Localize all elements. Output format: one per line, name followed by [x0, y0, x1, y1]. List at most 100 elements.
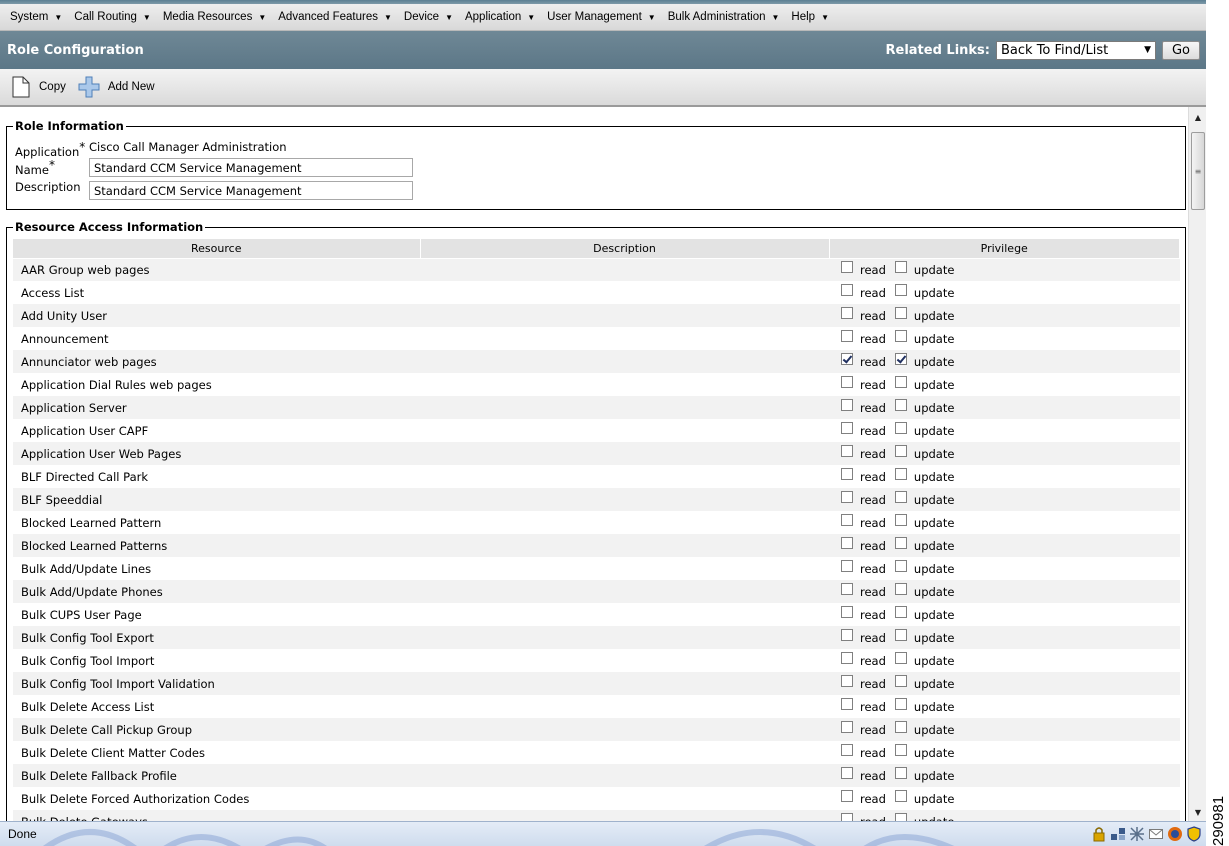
add-new-button[interactable]: Add New [78, 76, 155, 98]
update-label: update [913, 285, 955, 300]
copy-button[interactable]: Copy [11, 76, 66, 98]
update-checkbox[interactable] [894, 812, 907, 821]
scroll-down-icon[interactable]: ▼ [1189, 804, 1207, 820]
read-checkbox[interactable] [841, 605, 853, 618]
update-checkbox[interactable] [894, 306, 907, 319]
update-checkbox[interactable] [894, 674, 907, 687]
menu-bulk-administration[interactable]: Bulk Administration ▼ [662, 4, 786, 31]
read-checkbox[interactable] [841, 513, 853, 526]
privilege-cell: read update [829, 396, 1180, 419]
resource-access-legend: Resource Access Information [13, 220, 206, 234]
read-checkbox[interactable] [841, 283, 853, 296]
read-checkbox[interactable] [841, 306, 853, 319]
update-checkbox[interactable] [894, 467, 907, 480]
privilege-group: read update [829, 260, 1180, 277]
update-checkbox[interactable] [894, 789, 907, 802]
read-checkbox[interactable] [841, 260, 853, 273]
read-checkbox[interactable] [841, 812, 853, 821]
vertical-scrollbar[interactable]: ▲ ≡ ▼ [1188, 107, 1206, 821]
table-row: Bulk Delete Call Pickup Group read update [13, 718, 1180, 741]
lock-icon [1093, 827, 1105, 842]
update-checkbox[interactable] [894, 375, 907, 388]
related-links-select[interactable]: Back To Find/List ▼ [996, 40, 1156, 60]
update-label: update [913, 308, 955, 323]
update-checkbox[interactable] [894, 444, 907, 457]
read-checkbox[interactable] [841, 490, 853, 503]
menu-application[interactable]: Application ▼ [459, 4, 541, 31]
privilege-group: read update [829, 536, 1180, 553]
menu-system[interactable]: System ▼ [4, 4, 68, 31]
resource-description-cell [420, 281, 829, 304]
privilege-cell: read update [829, 373, 1180, 396]
read-label: read [860, 653, 886, 668]
read-checkbox[interactable] [841, 628, 853, 641]
menu-user-management[interactable]: User Management ▼ [541, 4, 662, 31]
figure-id: 290981 [1210, 795, 1227, 846]
read-checkbox[interactable] [841, 352, 853, 365]
update-checkbox[interactable] [894, 582, 907, 595]
update-checkbox[interactable] [894, 651, 907, 664]
update-checkbox[interactable] [894, 329, 907, 342]
name-field[interactable]: Standard CCM Service Management [89, 158, 413, 177]
scrollbar-thumb[interactable]: ≡ [1191, 132, 1205, 210]
menu-media-resources[interactable]: Media Resources ▼ [157, 4, 272, 31]
update-checkbox[interactable] [894, 697, 907, 710]
update-label: update [913, 262, 955, 277]
read-checkbox[interactable] [841, 674, 853, 687]
menu-advanced-features[interactable]: Advanced Features ▼ [272, 4, 398, 31]
privilege-group: read update [829, 490, 1180, 507]
description-label: Description [15, 180, 81, 194]
privilege-cell: read update [829, 718, 1180, 741]
privilege-cell: read update [829, 419, 1180, 442]
privilege-cell: read update [829, 442, 1180, 465]
menu-device[interactable]: Device ▼ [398, 4, 459, 31]
read-checkbox[interactable] [841, 536, 853, 549]
read-checkbox[interactable] [841, 398, 853, 411]
update-checkbox[interactable] [894, 766, 907, 779]
name-label: Name* [15, 158, 55, 177]
update-checkbox[interactable] [894, 352, 907, 365]
update-checkbox[interactable] [894, 260, 907, 273]
update-label: update [913, 515, 955, 530]
read-checkbox[interactable] [841, 766, 853, 779]
read-checkbox[interactable] [841, 329, 853, 342]
go-button[interactable]: Go [1162, 40, 1200, 60]
read-checkbox[interactable] [841, 444, 853, 457]
menu-call-routing[interactable]: Call Routing ▼ [68, 4, 157, 31]
description-field[interactable]: Standard CCM Service Management [89, 181, 413, 200]
read-checkbox[interactable] [841, 651, 853, 664]
menu-label: Bulk Administration [667, 11, 766, 23]
column-header-resource: Resource [13, 239, 421, 259]
table-header-row: Resource Description Privilege [13, 239, 1180, 259]
content-area: Role Information Application* Cisco Call… [0, 107, 1188, 821]
read-checkbox[interactable] [841, 467, 853, 480]
read-label: read [860, 538, 886, 553]
read-checkbox[interactable] [841, 559, 853, 572]
scroll-up-icon[interactable]: ▲ [1189, 109, 1207, 125]
update-checkbox[interactable] [894, 513, 907, 526]
read-checkbox[interactable] [841, 421, 853, 434]
update-checkbox[interactable] [894, 398, 907, 411]
table-row: Application User Web Pages read update [13, 442, 1180, 465]
privilege-group: read update [829, 582, 1180, 599]
update-checkbox[interactable] [894, 720, 907, 733]
menu-help[interactable]: Help ▼ [785, 4, 835, 31]
read-checkbox[interactable] [841, 375, 853, 388]
resource-name-cell: Bulk Config Tool Import [13, 649, 420, 672]
table-row: Access List read update [13, 281, 1180, 304]
read-checkbox[interactable] [841, 697, 853, 710]
update-checkbox[interactable] [894, 283, 907, 296]
read-checkbox[interactable] [841, 720, 853, 733]
update-checkbox[interactable] [894, 536, 907, 549]
update-checkbox[interactable] [894, 628, 907, 641]
privilege-cell: read update [829, 327, 1180, 350]
update-checkbox[interactable] [894, 743, 907, 756]
read-checkbox[interactable] [841, 789, 853, 802]
update-checkbox[interactable] [894, 490, 907, 503]
update-checkbox[interactable] [894, 559, 907, 572]
read-label: read [860, 722, 886, 737]
read-checkbox[interactable] [841, 582, 853, 595]
update-checkbox[interactable] [894, 421, 907, 434]
read-checkbox[interactable] [841, 743, 853, 756]
update-checkbox[interactable] [894, 605, 907, 618]
